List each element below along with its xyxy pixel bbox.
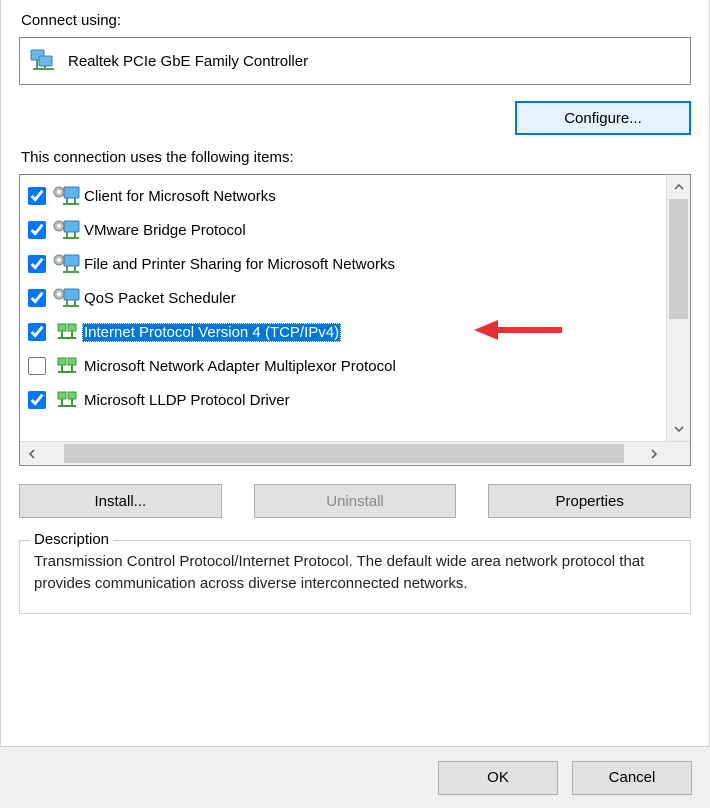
item-checkbox[interactable]	[28, 187, 46, 205]
properties-button[interactable]: Properties	[488, 484, 691, 518]
list-item[interactable]: Internet Protocol Version 4 (TCP/IPv4)	[24, 315, 666, 349]
uninstall-button[interactable]: Uninstall	[254, 484, 457, 518]
scroll-left-arrow-icon[interactable]	[20, 442, 44, 465]
components-listbox[interactable]: Client for Microsoft Networks VMware Brid…	[19, 174, 691, 466]
adapter-display: Realtek PCIe GbE Family Controller	[19, 37, 691, 85]
service-icon	[52, 287, 82, 309]
hscroll-track[interactable]	[44, 442, 642, 465]
service-icon	[52, 185, 82, 207]
list-item[interactable]: Client for Microsoft Networks	[24, 179, 666, 213]
scroll-down-arrow-icon[interactable]	[667, 417, 690, 441]
item-checkbox[interactable]	[28, 391, 46, 409]
connect-using-label: Connect using:	[21, 12, 691, 29]
description-legend: Description	[30, 531, 113, 548]
list-item[interactable]: Microsoft Network Adapter Multiplexor Pr…	[24, 349, 666, 383]
item-checkbox[interactable]	[28, 289, 46, 307]
nic-icon	[30, 49, 58, 73]
vscroll-track[interactable]	[667, 199, 690, 417]
list-item[interactable]: VMware Bridge Protocol	[24, 213, 666, 247]
adapter-name: Realtek PCIe GbE Family Controller	[68, 53, 308, 70]
item-label: Client for Microsoft Networks	[82, 187, 278, 206]
list-item[interactable]: Microsoft LLDP Protocol Driver	[24, 383, 666, 417]
annotation-arrow-icon	[474, 316, 564, 348]
list-item[interactable]: File and Printer Sharing for Microsoft N…	[24, 247, 666, 281]
horizontal-scrollbar[interactable]	[20, 441, 690, 465]
protocol-icon	[52, 390, 82, 410]
item-label: QoS Packet Scheduler	[82, 289, 238, 308]
vscroll-thumb[interactable]	[669, 199, 688, 319]
scroll-right-arrow-icon[interactable]	[642, 442, 666, 465]
hscroll-thumb[interactable]	[64, 444, 624, 463]
items-label: This connection uses the following items…	[21, 149, 691, 166]
dialog-body: Connect using: Realtek PCIe GbE Family C…	[0, 0, 710, 746]
item-checkbox[interactable]	[28, 323, 46, 341]
scroll-up-arrow-icon[interactable]	[667, 175, 690, 199]
description-group: Description Transmission Control Protoco…	[19, 540, 691, 614]
dialog-footer: OK Cancel	[0, 746, 710, 808]
install-button[interactable]: Install...	[19, 484, 222, 518]
service-icon	[52, 219, 82, 241]
ok-button[interactable]: OK	[438, 761, 558, 795]
protocol-icon	[52, 322, 82, 342]
cancel-button[interactable]: Cancel	[572, 761, 692, 795]
item-checkbox[interactable]	[28, 221, 46, 239]
item-label: VMware Bridge Protocol	[82, 221, 248, 240]
item-checkbox[interactable]	[28, 255, 46, 273]
item-label: Internet Protocol Version 4 (TCP/IPv4)	[82, 323, 341, 342]
list-item[interactable]: QoS Packet Scheduler	[24, 281, 666, 315]
item-label: File and Printer Sharing for Microsoft N…	[82, 255, 397, 274]
item-label: Microsoft LLDP Protocol Driver	[82, 391, 292, 410]
configure-button[interactable]: Configure...	[515, 101, 691, 135]
service-icon	[52, 253, 82, 275]
description-text: Transmission Control Protocol/Internet P…	[34, 551, 676, 595]
protocol-icon	[52, 356, 82, 376]
scroll-corner	[666, 442, 690, 465]
item-checkbox[interactable]	[28, 357, 46, 375]
vertical-scrollbar[interactable]	[666, 175, 690, 441]
item-label: Microsoft Network Adapter Multiplexor Pr…	[82, 357, 398, 376]
